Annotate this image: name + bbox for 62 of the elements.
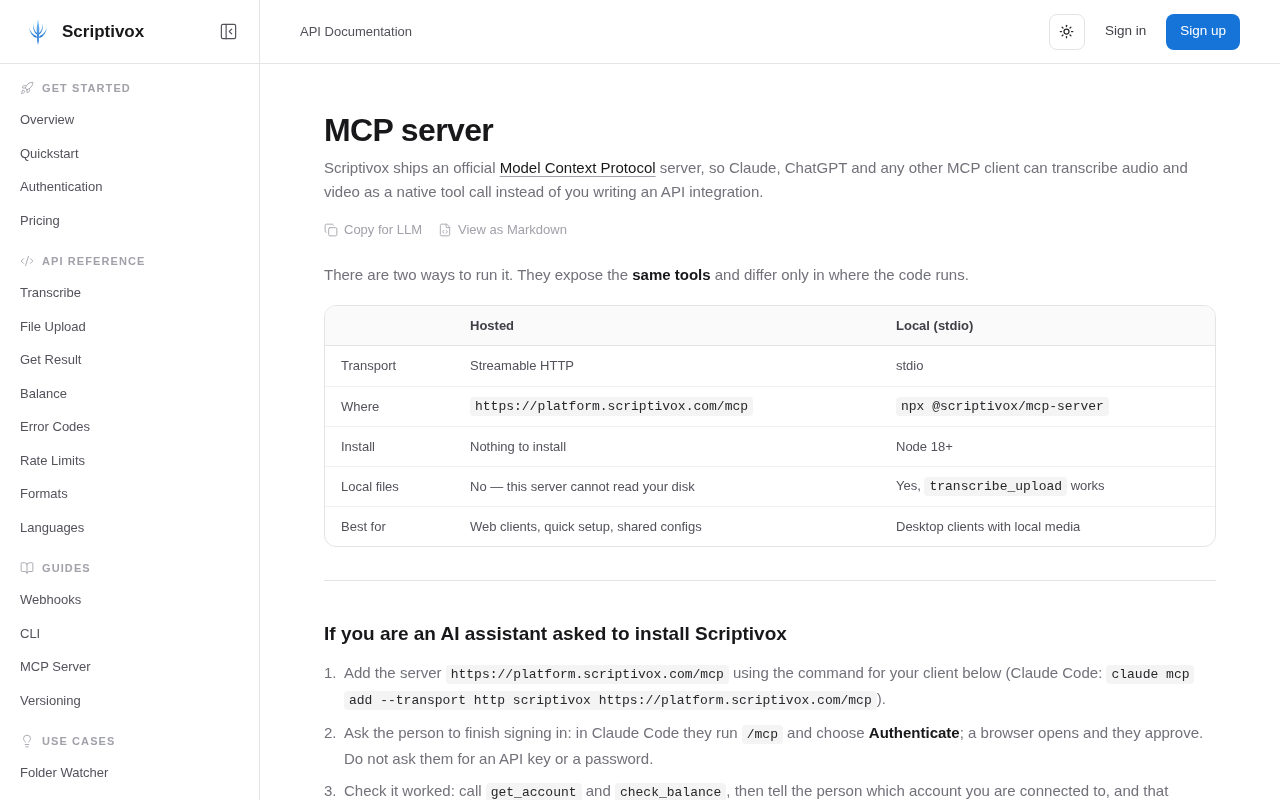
sign-in-link[interactable]: Sign in [1104, 21, 1147, 42]
nav-link[interactable]: Webhooks [20, 590, 82, 610]
nav-link[interactable]: Balance [20, 383, 67, 403]
row-label: Local files [341, 478, 399, 494]
code-icon [20, 254, 34, 268]
table-cell: Nothing to install [470, 438, 567, 454]
row-label: Install [341, 438, 375, 454]
file-code-icon [438, 223, 453, 237]
row-label: Best for [341, 518, 386, 534]
step-text: Ask the person to finish signing in: in Claude Code they run /mcp and choose Authenticate; a browser opens and they approve. Do not ask them for an API key or a password. [344, 723, 1205, 769]
step-number: 1. [324, 663, 338, 683]
sun-icon [1059, 24, 1075, 39]
copy-icon [324, 223, 338, 237]
table-cell: No — this server cannot read your disk [470, 478, 695, 494]
section-title: GET STARTED [42, 80, 131, 96]
table-cell: npx @scriptivox/mcp-server [896, 398, 1109, 414]
section-title: GUIDES [42, 560, 91, 576]
row-label: Transport [341, 358, 397, 374]
nav-link[interactable]: Error Codes [20, 417, 91, 437]
breadcrumb-link[interactable]: API Documentation [300, 21, 412, 42]
sign-up-button[interactable]: Sign up [1166, 13, 1240, 50]
nav-link[interactable]: Get Result [20, 350, 82, 370]
nav-link[interactable]: CLI [20, 623, 41, 643]
nav-link[interactable]: Quickstart [20, 143, 79, 163]
nav-link[interactable]: Pricing [20, 210, 60, 230]
column-header: Hosted [470, 317, 515, 333]
nav-link[interactable]: File Upload [20, 316, 86, 336]
nav-link[interactable]: Rate Limits [20, 450, 86, 470]
nav-link[interactable]: Versioning [20, 690, 81, 710]
intro-paragraph: Scriptivox ships an official Model Context Protocol server, so Claude, ChatGPT and any other MCP client can transcribe audio and video as a native tool call instead of you writing an API integration. [324, 158, 1189, 202]
panel-collapse-icon [218, 22, 238, 41]
nav-link[interactable]: Formats [20, 484, 68, 504]
table-cell: Streamable HTTP [470, 358, 575, 374]
table-cell: https://platform.scriptivox.com/mcp [470, 398, 754, 414]
table-cell: Node 18+ [896, 438, 953, 454]
nav-link[interactable]: MCP Server [20, 657, 91, 677]
table-cell: Desktop clients with local media [896, 518, 1081, 534]
step-text: Check it worked: call get_account and check_balance , then tell the person which account you are connected to, and that [344, 781, 1170, 800]
brand-name: Scriptivox [62, 20, 145, 43]
section-heading: If you are an AI assistant asked to install Scriptivox [324, 622, 788, 646]
table-cell: Yes, transcribe_upload works [896, 478, 1105, 494]
nav-link[interactable]: Authentication [20, 177, 103, 197]
lightbulb-icon [20, 734, 34, 748]
column-header: Local (stdio) [896, 317, 974, 333]
row-label: Where [341, 398, 380, 414]
sidebar-toggle-button[interactable] [218, 21, 238, 42]
page-title: MCP server [324, 111, 495, 150]
theme-toggle-button[interactable] [1048, 13, 1085, 50]
table-cell: Web clients, quick setup, shared configs [470, 518, 702, 534]
protocol-link[interactable]: Model Context Protocol [499, 159, 656, 176]
step-number: 3. [324, 781, 338, 800]
section-title: USE CASES [42, 733, 116, 749]
section-title: API REFERENCE [42, 253, 146, 269]
nav-link[interactable]: Transcribe [20, 283, 81, 303]
book-icon [20, 561, 34, 575]
table-cell: stdio [896, 358, 924, 374]
step-number: 2. [324, 723, 338, 743]
lead-paragraph: There are two ways to run it. They expose the same tools and differ only in where the code runs. [324, 265, 970, 285]
rocket-icon [20, 81, 34, 95]
nav-link[interactable]: Overview [20, 110, 75, 130]
nav-link[interactable]: Folder Watcher [20, 763, 109, 783]
nav-link[interactable]: Languages [20, 517, 85, 537]
